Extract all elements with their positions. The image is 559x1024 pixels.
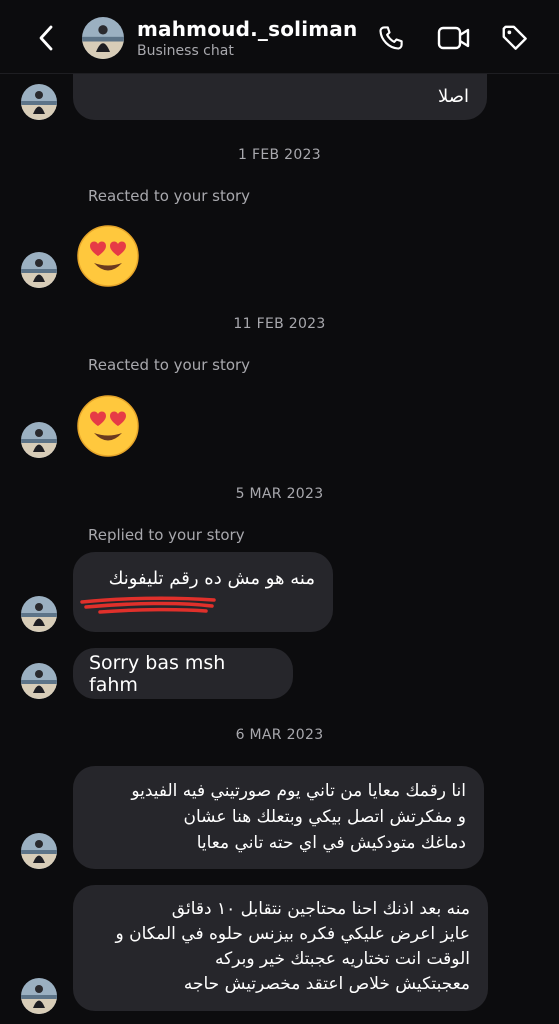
story-reaction-label: Reacted to your story	[88, 356, 251, 374]
heart-eyes-emoji-icon[interactable]	[76, 224, 140, 288]
message-line: عايز اعرض عليكي فكره بيزنس حلوه في المكا…	[115, 924, 471, 944]
message-text: اصلا	[437, 86, 469, 107]
avatar[interactable]	[21, 596, 57, 632]
date-separator: 6 MAR 2023	[235, 727, 324, 743]
avatar[interactable]	[21, 252, 57, 288]
avatar[interactable]	[21, 663, 57, 699]
message-line: انا رقمك معايا من تاني يوم صورتيني فيه ا…	[131, 781, 466, 801]
message-text: منه هو مش ده رقم تليفونك	[108, 568, 315, 589]
video-call-icon[interactable]	[436, 20, 472, 56]
message-bubble[interactable]: انا رقمك معايا من تاني يوم صورتيني فيه ا…	[73, 766, 484, 869]
avatar[interactable]	[21, 833, 57, 869]
header-avatar[interactable]	[82, 17, 124, 59]
message-bubble[interactable]: Sorry bas msh fahm	[73, 648, 293, 699]
chat-subtitle: Business chat	[137, 43, 234, 59]
date-separator: 5 MAR 2023	[235, 486, 324, 502]
story-reply-label: Replied to your story	[88, 526, 245, 544]
message-line: و مفكرتش اتصل بيكي وبتعلك هنا عشان	[183, 807, 466, 827]
message-bubble[interactable]: منه بعد اذنك احنا محتاجين نتقابل ١٠ دقائ…	[73, 885, 488, 1011]
message-line: معجبتكيش خلاص اعتقد مخصرتيش حاجه	[183, 974, 470, 994]
message-line: الوقت انت تختاريه عجبتك خير وبركه	[215, 949, 470, 969]
message-line: دماغك متودكيش في اي حته تاني معايا	[196, 833, 466, 853]
avatar[interactable]	[21, 422, 57, 458]
story-reaction-label: Reacted to your story	[88, 187, 251, 205]
date-separator: 11 FEB 2023	[233, 316, 326, 332]
back-icon[interactable]	[28, 20, 64, 56]
message-line: منه بعد اذنك احنا محتاجين نتقابل ١٠ دقائ…	[171, 899, 470, 919]
heart-eyes-emoji-icon[interactable]	[76, 394, 140, 458]
chat-username[interactable]: mahmoud._soliman	[137, 17, 357, 41]
tag-icon[interactable]	[497, 20, 533, 56]
phone-icon[interactable]	[373, 20, 409, 56]
message-text: Sorry bas msh fahm	[89, 651, 226, 696]
redaction-scribble	[80, 596, 216, 614]
avatar[interactable]	[21, 84, 57, 120]
message-bubble[interactable]: منه هو مش ده رقم تليفونك	[73, 552, 333, 632]
chat-header: mahmoud._soliman Business chat	[0, 0, 559, 74]
avatar[interactable]	[21, 978, 57, 1014]
date-separator: 1 FEB 2023	[238, 147, 321, 163]
